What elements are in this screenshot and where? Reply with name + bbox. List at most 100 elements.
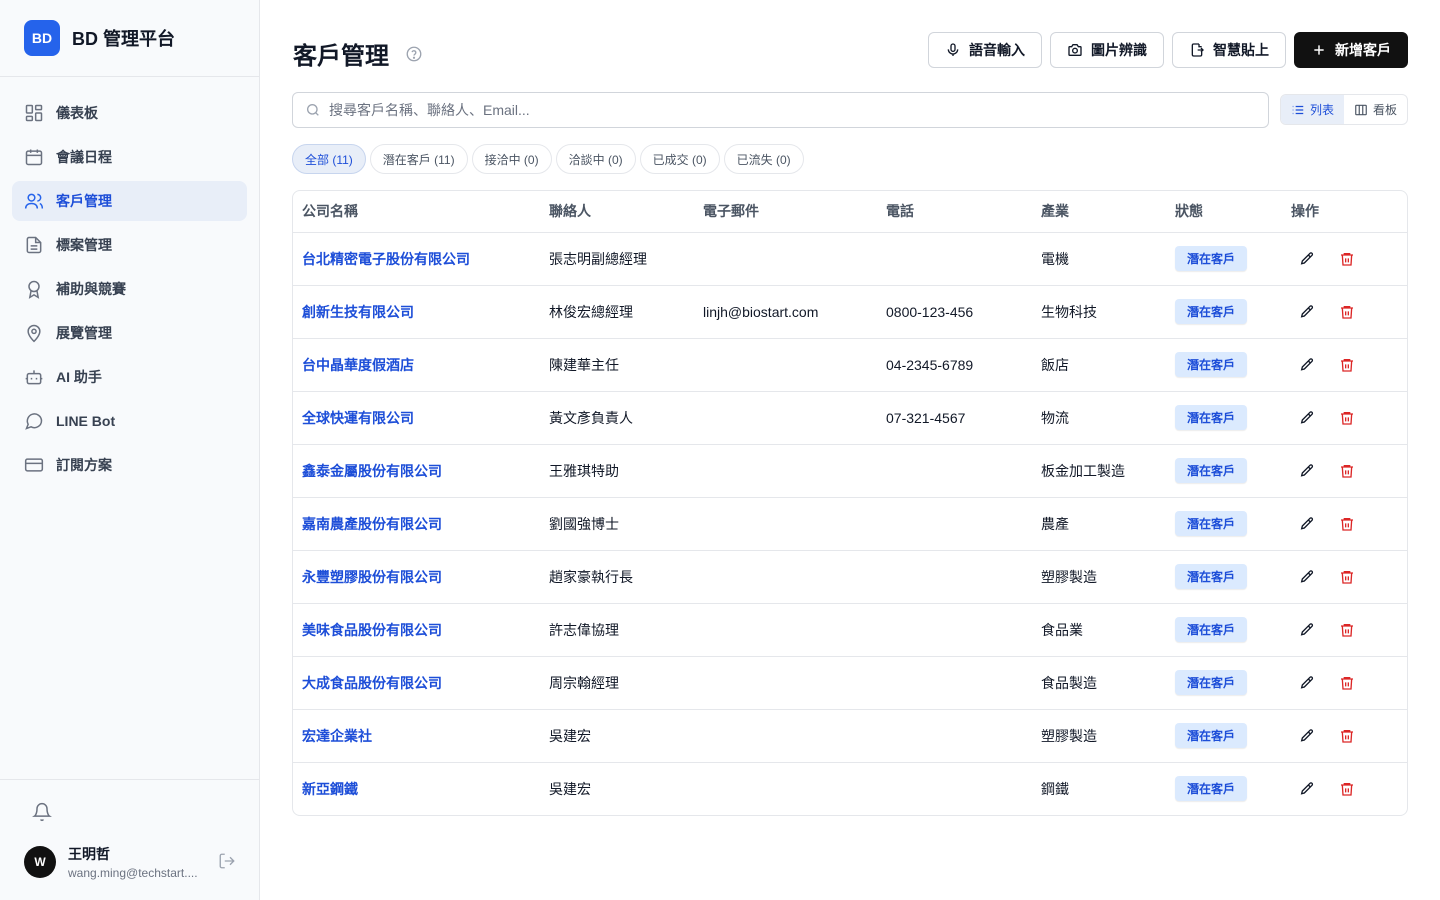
filter-contacting[interactable]: 接洽中 (0) [471, 144, 552, 174]
trash-icon[interactable] [1339, 728, 1355, 744]
filter-all[interactable]: 全部 (11) [292, 144, 366, 174]
sidebar-item-ai-assistant[interactable]: AI 助手 [12, 357, 247, 397]
company-name-link[interactable]: 大成食品股份有限公司 [302, 675, 442, 691]
pencil-icon[interactable] [1299, 304, 1315, 320]
sidebar-item-line-bot[interactable]: LINE Bot [12, 401, 247, 441]
file-icon [24, 235, 44, 255]
trash-icon[interactable] [1339, 410, 1355, 426]
search-input[interactable] [329, 102, 1268, 118]
phone-cell: 04-2345-6789 [877, 338, 1032, 392]
company-name-link[interactable]: 美味食品股份有限公司 [302, 622, 442, 638]
column-header-contact[interactable]: 聯絡人 [540, 191, 694, 233]
table-row[interactable]: 嘉南農產股份有限公司 劉國強博士 農產 潛在客戶 [293, 497, 1407, 551]
pencil-icon[interactable] [1299, 357, 1315, 373]
help-icon[interactable] [405, 45, 423, 63]
company-name-link[interactable]: 宏達企業社 [302, 728, 372, 744]
table-row[interactable]: 新亞鋼鐵 吳建宏 鋼鐵 潛在客戶 [293, 762, 1407, 815]
pencil-icon[interactable] [1299, 410, 1315, 426]
sidebar-item-grants[interactable]: 補助與競賽 [12, 269, 247, 309]
trash-icon[interactable] [1339, 569, 1355, 585]
trash-icon[interactable] [1339, 357, 1355, 373]
column-header-company[interactable]: 公司名稱 [293, 191, 540, 233]
table-row[interactable]: 永豐塑膠股份有限公司 趙家豪執行長 塑膠製造 潛在客戶 [293, 550, 1407, 604]
table-row[interactable]: 台北精密電子股份有限公司 張志明副總經理 電機 潛在客戶 [293, 232, 1407, 286]
row-actions [1291, 357, 1407, 373]
column-header-email[interactable]: 電子郵件 [694, 191, 877, 233]
company-name-link[interactable]: 全球快運有限公司 [302, 410, 414, 426]
pencil-icon[interactable] [1299, 463, 1315, 479]
sidebar-item-customers[interactable]: 客戶管理 [12, 181, 247, 221]
sidebar-item-dashboard[interactable]: 儀表板 [12, 93, 247, 133]
sidebar-footer: W 王明哲 wang.ming@techstart.... [0, 779, 259, 900]
company-name-link[interactable]: 創新生技有限公司 [302, 304, 414, 320]
sidebar-item-meetings[interactable]: 會議日程 [12, 137, 247, 177]
company-name-link[interactable]: 嘉南農產股份有限公司 [302, 516, 442, 532]
pencil-icon[interactable] [1299, 251, 1315, 267]
row-actions [1291, 569, 1407, 585]
pencil-icon[interactable] [1299, 516, 1315, 532]
list-icon [1292, 105, 1304, 114]
phone-cell [877, 444, 1032, 498]
email-cell [694, 338, 877, 392]
email-cell [694, 550, 877, 604]
company-name-link[interactable]: 台中晶華度假酒店 [302, 357, 414, 373]
table-row[interactable]: 創新生技有限公司 林俊宏總經理 linjh@biostart.com 0800-123… [293, 285, 1407, 339]
company-name-link[interactable]: 新亞鋼鐵 [302, 781, 358, 797]
filter-lost[interactable]: 已流失 (0) [723, 144, 804, 174]
filter-prospect[interactable]: 潛在客戶 (11) [369, 144, 468, 174]
image-recognition-button[interactable]: 圖片辨識 [1050, 32, 1164, 68]
bell-icon[interactable] [30, 800, 54, 824]
add-customer-button[interactable]: 新增客戶 [1294, 32, 1408, 68]
contact-cell: 林俊宏總經理 [540, 285, 694, 339]
bot-icon [24, 367, 44, 387]
sidebar-item-tenders[interactable]: 標案管理 [12, 225, 247, 265]
pencil-icon[interactable] [1299, 728, 1315, 744]
table-row[interactable]: 大成食品股份有限公司 周宗翰經理 食品製造 潛在客戶 [293, 656, 1407, 710]
company-name-link[interactable]: 永豐塑膠股份有限公司 [302, 569, 442, 585]
trash-icon[interactable] [1339, 781, 1355, 797]
pencil-icon[interactable] [1299, 569, 1315, 585]
table-row[interactable]: 全球快運有限公司 黃文彥負責人 07-321-4567 物流 潛在客戶 [293, 391, 1407, 445]
smart-paste-button[interactable]: 智慧貼上 [1172, 32, 1286, 68]
image-recognition-label: 圖片辨識 [1091, 42, 1147, 58]
pencil-icon[interactable] [1299, 781, 1315, 797]
logout-icon[interactable] [218, 852, 236, 870]
trash-icon[interactable] [1339, 622, 1355, 638]
column-header-status[interactable]: 狀態 [1166, 191, 1282, 233]
trash-icon[interactable] [1339, 251, 1355, 267]
sidebar-item-subscription[interactable]: 訂閱方案 [12, 445, 247, 485]
pencil-icon[interactable] [1299, 622, 1315, 638]
customer-table: 公司名稱 聯絡人 電子郵件 電話 產業 狀態 操作 台北精密電子股份有限公司 張志… [292, 190, 1408, 816]
trash-icon[interactable] [1339, 463, 1355, 479]
table-row[interactable]: 宏達企業社 吳建宏 塑膠製造 潛在客戶 [293, 709, 1407, 763]
filter-negotiating[interactable]: 洽談中 (0) [555, 144, 636, 174]
row-actions [1291, 728, 1407, 744]
contact-cell: 王雅琪特助 [540, 444, 694, 498]
sidebar-item-label: 儀表板 [56, 105, 98, 121]
company-name-link[interactable]: 鑫泰金屬股份有限公司 [302, 463, 442, 479]
sidebar-item-exhibitions[interactable]: 展覽管理 [12, 313, 247, 353]
column-header-industry[interactable]: 產業 [1032, 191, 1166, 233]
email-cell [694, 497, 877, 551]
trash-icon[interactable] [1339, 304, 1355, 320]
row-actions [1291, 410, 1407, 426]
table-row[interactable]: 鑫泰金屬股份有限公司 王雅琪特助 板金加工製造 潛在客戶 [293, 444, 1407, 498]
list-view-button[interactable]: 列表 [1280, 95, 1344, 124]
voice-input-button[interactable]: 語音輸入 [928, 32, 1042, 68]
calendar-icon [24, 147, 44, 167]
phone-cell [877, 550, 1032, 604]
clipboard-paste-icon [1191, 43, 1204, 57]
board-view-button[interactable]: 看板 [1344, 95, 1407, 124]
brand[interactable]: BD BD 管理平台 [0, 0, 259, 77]
pencil-icon[interactable] [1299, 675, 1315, 691]
dashboard-icon [24, 103, 44, 123]
filter-won[interactable]: 已成交 (0) [639, 144, 720, 174]
table-row[interactable]: 美味食品股份有限公司 許志偉協理 食品業 潛在客戶 [293, 603, 1407, 657]
trash-icon[interactable] [1339, 675, 1355, 691]
company-name-link[interactable]: 台北精密電子股份有限公司 [302, 251, 470, 267]
trash-icon[interactable] [1339, 516, 1355, 532]
table-row[interactable]: 台中晶華度假酒店 陳建華主任 04-2345-6789 飯店 潛在客戶 [293, 338, 1407, 392]
column-header-phone[interactable]: 電話 [877, 191, 1032, 233]
status-badge: 潛在客戶 [1175, 352, 1248, 377]
user-profile[interactable]: W 王明哲 wang.ming@techstart.... [24, 844, 208, 880]
